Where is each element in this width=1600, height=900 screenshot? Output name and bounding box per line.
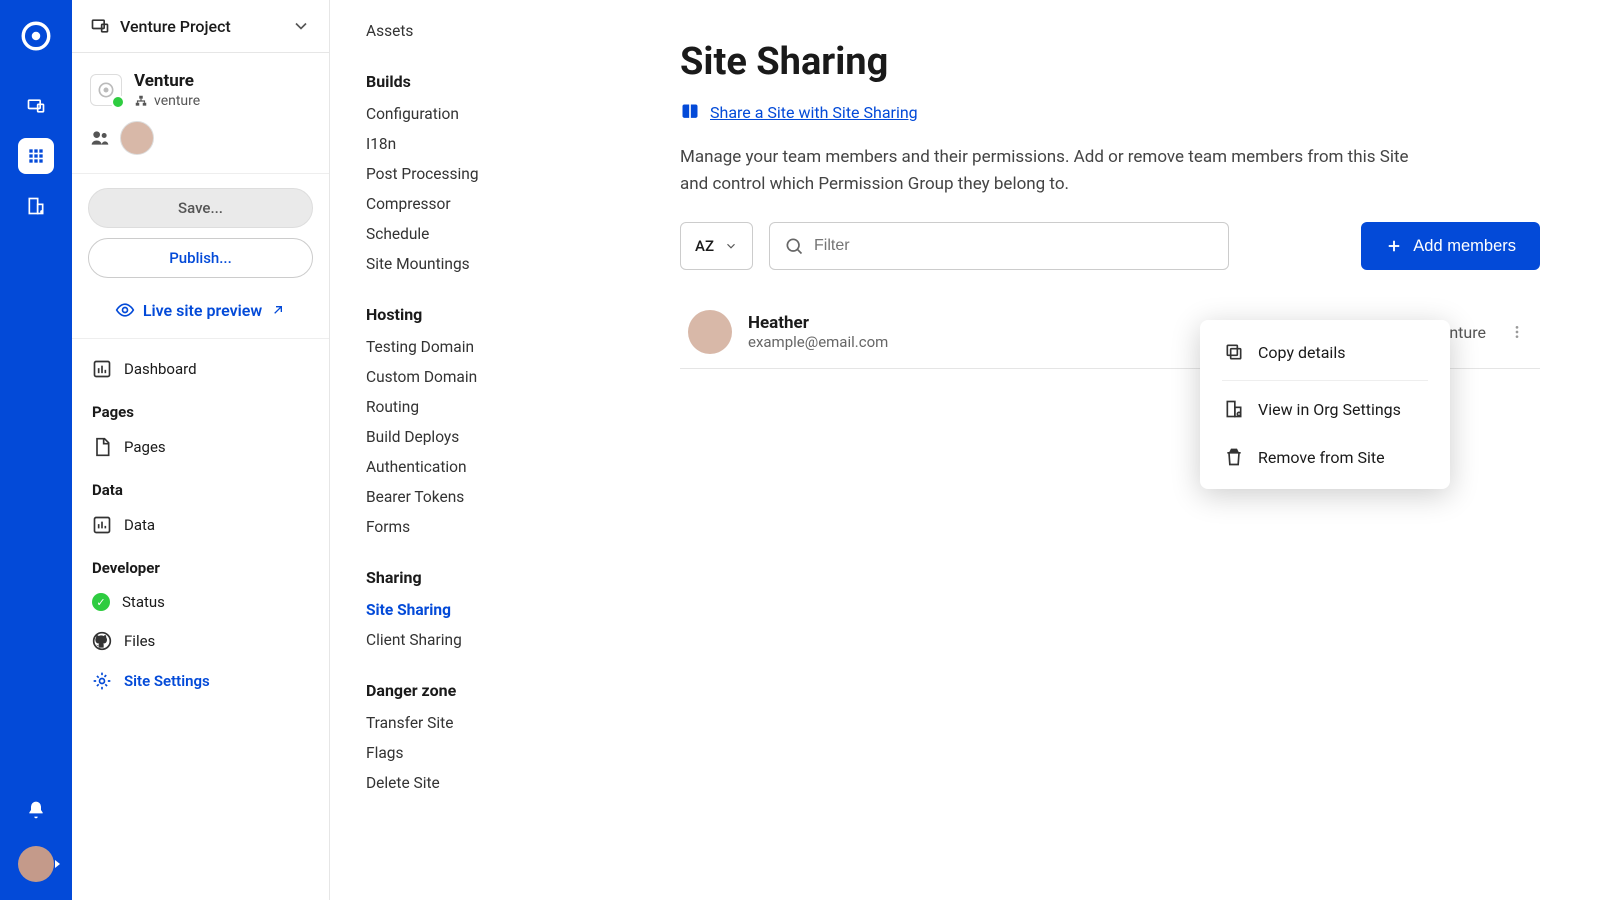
team-member-avatar[interactable] [120, 121, 154, 155]
more-vertical-icon [1509, 324, 1525, 340]
sidebar-item-pages[interactable]: Pages [78, 427, 323, 467]
org-slug: venture [154, 93, 200, 109]
settings-group-builds: Builds [366, 72, 622, 91]
settings-item-forms[interactable]: Forms [366, 512, 622, 542]
popover-view-org-settings[interactable]: View in Org Settings [1200, 385, 1450, 433]
page-description: Manage your team members and their permi… [680, 144, 1420, 198]
laptop-icon [90, 16, 110, 36]
sidebar-section-developer: Developer [78, 545, 323, 583]
settings-item-compressor[interactable]: Compressor [366, 189, 622, 219]
settings-item-routing[interactable]: Routing [366, 392, 622, 422]
member-actions-popover: Copy details View in Org Settings Remove… [1200, 320, 1450, 489]
settings-item-site-sharing[interactable]: Site Sharing [366, 595, 622, 625]
settings-item-configuration[interactable]: Configuration [366, 99, 622, 129]
rail-devices-icon[interactable] [18, 88, 54, 124]
chevron-down-icon [291, 16, 311, 36]
sidebar-item-dashboard[interactable]: Dashboard [78, 349, 323, 389]
app-logo-icon [18, 18, 54, 54]
sidebar-item-status[interactable]: ✓ Status [78, 583, 323, 621]
live-preview-link[interactable]: Live site preview [72, 288, 329, 339]
save-button[interactable]: Save... [88, 188, 313, 228]
rail-bell-icon[interactable] [18, 792, 54, 828]
doc-link[interactable]: Share a Site with Site Sharing [710, 103, 918, 122]
external-link-icon [270, 302, 286, 318]
settings-item-site-mountings[interactable]: Site Mountings [366, 249, 622, 279]
rail-apps-icon[interactable] [18, 138, 54, 174]
publish-button[interactable]: Publish... [88, 238, 313, 278]
sidebar-item-site-settings[interactable]: Site Settings [78, 661, 323, 701]
settings-item-build-deploys[interactable]: Build Deploys [366, 422, 622, 452]
org-logo-badge [90, 74, 122, 106]
chevron-down-icon [724, 239, 738, 253]
settings-item-assets[interactable]: Assets [366, 16, 622, 46]
book-icon [680, 102, 700, 122]
copy-icon [1224, 342, 1244, 362]
settings-item-delete-site[interactable]: Delete Site [366, 768, 622, 798]
trash-icon [1224, 447, 1244, 467]
dashboard-icon [92, 359, 112, 379]
member-avatar [688, 310, 732, 354]
sidebar-section-data: Data [78, 467, 323, 505]
settings-item-authentication[interactable]: Authentication [366, 452, 622, 482]
sitemap-icon [134, 94, 148, 108]
add-members-button[interactable]: Add members [1361, 222, 1540, 270]
settings-item-flags[interactable]: Flags [366, 738, 622, 768]
eye-icon [115, 300, 135, 320]
filter-input[interactable] [814, 237, 1214, 255]
status-ok-icon: ✓ [92, 593, 110, 611]
github-icon [92, 631, 112, 651]
settings-item-post-processing[interactable]: Post Processing [366, 159, 622, 189]
settings-group-danger: Danger zone [366, 681, 622, 700]
member-more-button[interactable] [1502, 317, 1532, 347]
sort-button[interactable]: AZ [680, 222, 753, 270]
plus-icon [1385, 237, 1403, 255]
settings-item-transfer-site[interactable]: Transfer Site [366, 708, 622, 738]
settings-item-custom-domain[interactable]: Custom Domain [366, 362, 622, 392]
rail-user-avatar[interactable] [18, 846, 54, 882]
settings-item-schedule[interactable]: Schedule [366, 219, 622, 249]
member-email: example@email.com [748, 333, 888, 351]
rail-building-icon[interactable] [18, 188, 54, 224]
org-title: Venture [134, 71, 200, 91]
settings-group-sharing: Sharing [366, 568, 622, 587]
settings-item-client-sharing[interactable]: Client Sharing [366, 625, 622, 655]
sidebar-item-data[interactable]: Data [78, 505, 323, 545]
member-name: Heather [748, 313, 888, 333]
building-gear-icon [1224, 399, 1244, 419]
project-name: Venture Project [120, 17, 231, 36]
popover-remove-from-site[interactable]: Remove from Site [1200, 433, 1450, 481]
chart-icon [92, 515, 112, 535]
sidebar-section-pages: Pages [78, 389, 323, 427]
settings-item-testing-domain[interactable]: Testing Domain [366, 332, 622, 362]
popover-copy-details[interactable]: Copy details [1200, 328, 1450, 376]
settings-group-hosting: Hosting [366, 305, 622, 324]
sidebar-item-files[interactable]: Files [78, 621, 323, 661]
team-icon [90, 128, 110, 148]
search-icon [784, 236, 804, 256]
filter-input-wrapper[interactable] [769, 222, 1229, 270]
settings-item-i18n[interactable]: I18n [366, 129, 622, 159]
settings-item-bearer-tokens[interactable]: Bearer Tokens [366, 482, 622, 512]
page-title: Site Sharing [680, 40, 1540, 84]
gear-icon [92, 671, 112, 691]
project-switcher[interactable]: Venture Project [72, 0, 329, 53]
page-icon [92, 437, 112, 457]
